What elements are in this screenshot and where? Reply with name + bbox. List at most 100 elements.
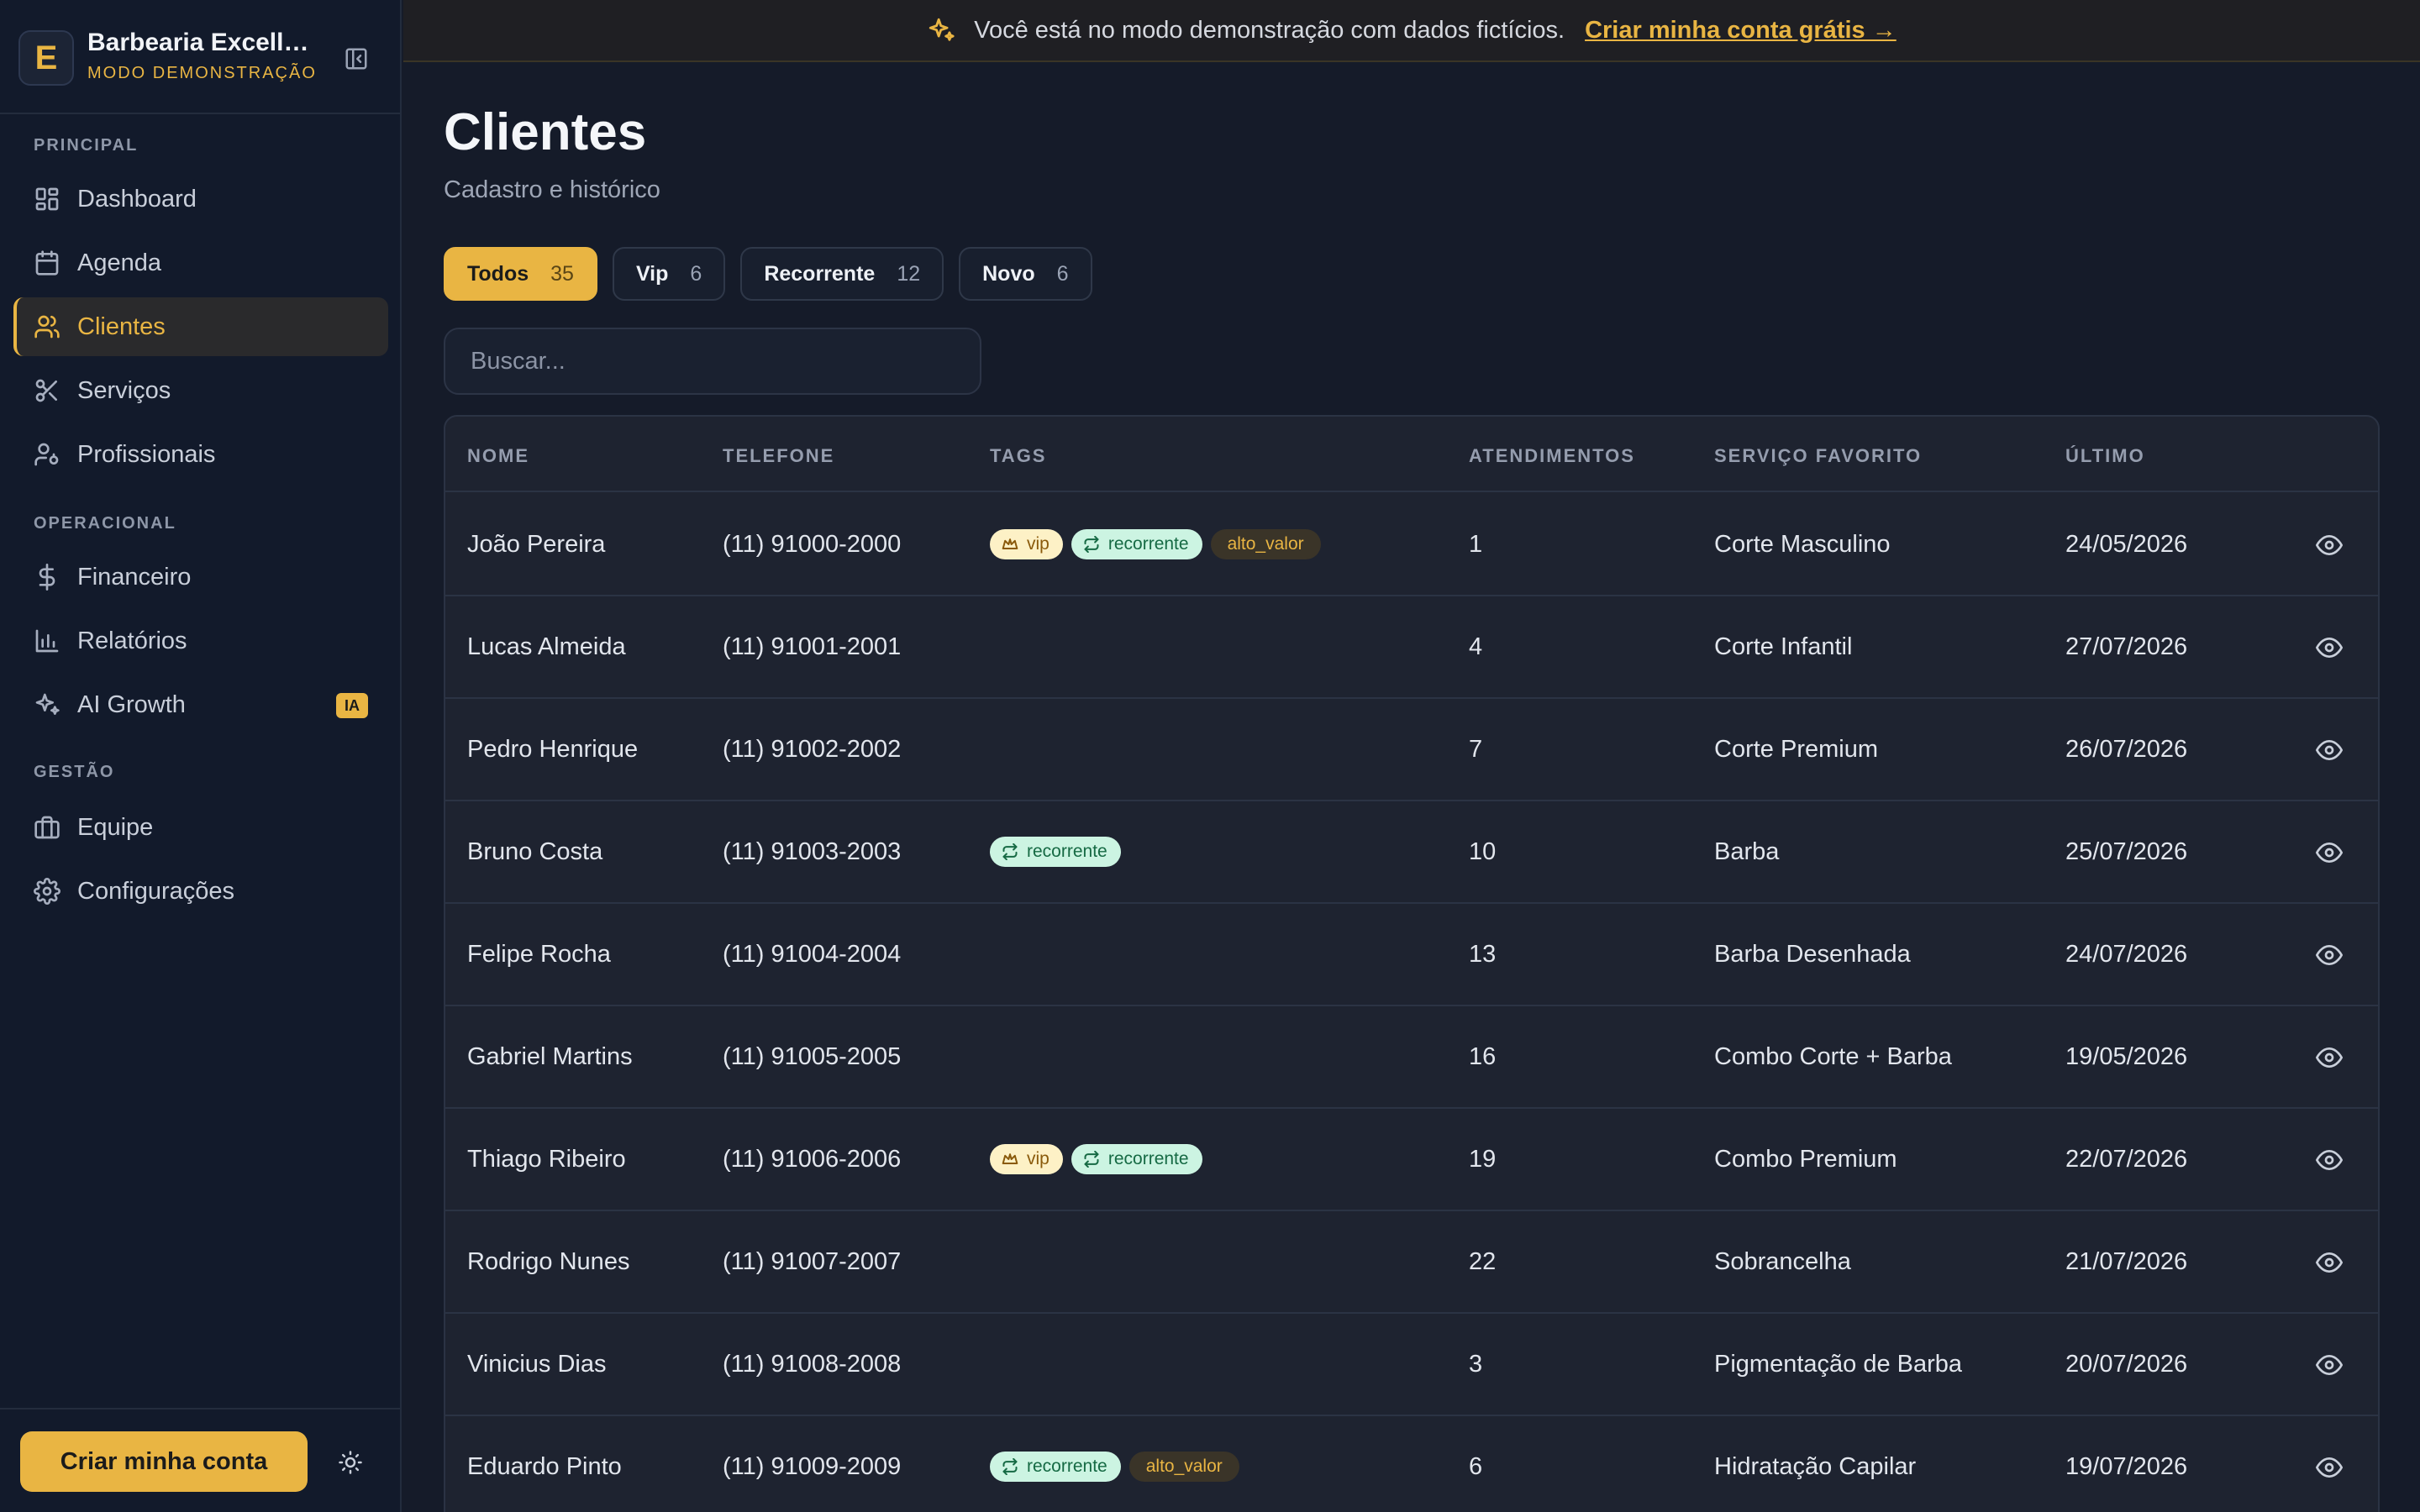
cell-nome: Lucas Almeida xyxy=(467,633,626,660)
search-input[interactable] xyxy=(444,328,981,395)
sidebar-item-label: Financeiro xyxy=(77,563,192,591)
cell-servico: Corte Premium xyxy=(1714,736,1878,763)
filter-todos[interactable]: Todos 35 xyxy=(444,247,597,301)
users-icon xyxy=(34,315,60,339)
cell-atendimentos: 10 xyxy=(1469,838,1497,865)
table-row[interactable]: Bruno Costa (11) 91003-2003 recorrente 1… xyxy=(445,801,2378,904)
clients-table: NOME TELEFONE TAGS ATENDIMENTOS SERVIÇO … xyxy=(444,415,2380,1512)
column-header-tags[interactable]: TAGS xyxy=(990,445,1046,467)
view-client-button[interactable] xyxy=(2314,1042,2344,1073)
filter-novo[interactable]: Novo 6 xyxy=(959,247,1092,301)
eye-icon xyxy=(2316,1252,2343,1273)
calendar-icon xyxy=(35,250,59,276)
cell-ultimo: 24/05/2026 xyxy=(2065,531,2188,558)
cell-ultimo: 26/07/2026 xyxy=(2065,736,2188,763)
view-client-button[interactable] xyxy=(2314,735,2344,765)
view-client-button[interactable] xyxy=(2314,530,2344,560)
cell-atendimentos: 3 xyxy=(1469,1351,1483,1378)
cell-servico: Corte Infantil xyxy=(1714,633,1853,660)
table-row[interactable]: Gabriel Martins (11) 91005-2005 16 Combo… xyxy=(445,1006,2378,1109)
table-row[interactable]: Lucas Almeida (11) 91001-2001 4 Corte In… xyxy=(445,596,2378,699)
sidebar-item-equipe[interactable]: Equipe xyxy=(13,798,388,857)
filter-count: 12 xyxy=(897,261,921,286)
nav-section-gestao: GESTÃO xyxy=(34,763,115,781)
view-client-button[interactable] xyxy=(2314,633,2344,663)
sidebar-item-dashboard[interactable]: Dashboard xyxy=(13,170,388,228)
cell-tags: vip recorrente xyxy=(990,1144,1202,1174)
eye-icon xyxy=(2316,843,2343,863)
cell-nome: Pedro Henrique xyxy=(467,736,639,763)
sidebar-item-relatorios[interactable]: Relatórios xyxy=(13,612,388,670)
view-client-button[interactable] xyxy=(2314,837,2344,868)
sidebar-item-label: Relatórios xyxy=(77,627,187,654)
sidebar-item-configuracoes[interactable]: Configurações xyxy=(13,862,388,921)
table-row[interactable]: Vinicius Dias (11) 91008-2008 3 Pigmenta… xyxy=(445,1314,2378,1416)
column-header-telefone[interactable]: TELEFONE xyxy=(723,445,834,467)
table-row[interactable]: Eduardo Pinto (11) 91009-2009 recorrente… xyxy=(445,1416,2378,1512)
page-subtitle: Cadastro e histórico xyxy=(444,176,660,203)
sidebar-item-agenda[interactable]: Agenda xyxy=(13,234,388,292)
cell-nome: Gabriel Martins xyxy=(467,1043,633,1070)
cell-servico: Hidratação Capilar xyxy=(1714,1453,1917,1480)
table-row[interactable]: Felipe Rocha (11) 91004-2004 13 Barba De… xyxy=(445,904,2378,1006)
eye-icon xyxy=(2316,535,2343,555)
demo-banner: Você está no modo demonstração com dados… xyxy=(403,0,2420,62)
view-client-button[interactable] xyxy=(2314,1247,2344,1278)
brand-header: E Barbearia Excellence MODO DEMONSTRAÇÃO xyxy=(0,0,400,114)
sidebar-item-profissionais[interactable]: Profissionais xyxy=(13,425,388,484)
view-client-button[interactable] xyxy=(2314,1452,2344,1483)
eye-icon xyxy=(2316,1047,2343,1068)
cell-servico: Sobrancelha xyxy=(1714,1248,1851,1275)
cell-ultimo: 19/05/2026 xyxy=(2065,1043,2188,1070)
column-header-atendimentos[interactable]: ATENDIMENTOS xyxy=(1469,445,1635,467)
cell-telefone: (11) 91006-2006 xyxy=(723,1146,902,1173)
filter-vip[interactable]: Vip 6 xyxy=(612,247,726,301)
brand-logo: E xyxy=(18,30,74,86)
sidebar-item-label: Equipe xyxy=(77,813,154,841)
eye-icon xyxy=(2316,1355,2343,1375)
cell-nome: Bruno Costa xyxy=(467,838,603,865)
brand-mode-label: MODO DEMONSTRAÇÃO xyxy=(87,64,317,82)
theme-toggle-button[interactable] xyxy=(334,1446,366,1478)
cell-nome: Vinicius Dias xyxy=(467,1351,607,1378)
collapse-sidebar-button[interactable] xyxy=(339,42,373,76)
repeat-icon xyxy=(1002,843,1018,860)
sidebar-item-clientes[interactable]: Clientes xyxy=(13,297,388,356)
cell-atendimentos: 6 xyxy=(1469,1453,1483,1480)
view-client-button[interactable] xyxy=(2314,1145,2344,1175)
nav-section-principal: PRINCIPAL xyxy=(34,136,139,155)
sidebar-item-financeiro[interactable]: Financeiro xyxy=(13,548,388,606)
table-row[interactable]: Pedro Henrique (11) 91002-2002 7 Corte P… xyxy=(445,699,2378,801)
create-account-button[interactable]: Criar minha conta xyxy=(20,1431,308,1492)
cell-telefone: (11) 91001-2001 xyxy=(723,633,902,660)
tag-label: recorrente xyxy=(1107,1149,1189,1168)
cell-tags: vip recorrente alto_valor xyxy=(990,529,1321,559)
table-row[interactable]: Rodrigo Nunes (11) 91007-2007 22 Sobranc… xyxy=(445,1211,2378,1314)
view-client-button[interactable] xyxy=(2314,940,2344,970)
create-free-account-link[interactable]: Criar minha conta grátis → xyxy=(1585,17,1897,45)
cell-ultimo: 24/07/2026 xyxy=(2065,941,2188,968)
table-row[interactable]: Thiago Ribeiro (11) 91006-2006 vip recorr… xyxy=(445,1109,2378,1211)
filter-count: 35 xyxy=(550,261,574,286)
cell-ultimo: 21/07/2026 xyxy=(2065,1248,2188,1275)
cell-ultimo: 25/07/2026 xyxy=(2065,838,2188,865)
view-client-button[interactable] xyxy=(2314,1350,2344,1380)
cell-ultimo: 20/07/2026 xyxy=(2065,1351,2188,1378)
table-row[interactable]: João Pereira (11) 91000-2000 vip recorren… xyxy=(445,494,2378,596)
filter-recorrente[interactable]: Recorrente 12 xyxy=(740,247,944,301)
sparkles-icon xyxy=(929,18,955,41)
tag-recorrente: recorrente xyxy=(990,1452,1121,1482)
filter-count: 6 xyxy=(690,261,702,286)
cell-telefone: (11) 91002-2002 xyxy=(723,736,902,763)
tag-recorrente: recorrente xyxy=(1071,1144,1202,1174)
eye-icon xyxy=(2316,1150,2343,1170)
sidebar-item-ai-growth[interactable]: AI Growth IA xyxy=(13,675,388,734)
cell-nome: Eduardo Pinto xyxy=(467,1453,622,1480)
tag-alto-valor: alto_valor xyxy=(1210,529,1321,559)
cell-servico: Corte Masculino xyxy=(1714,531,1891,558)
filter-label: Recorrente xyxy=(764,261,876,286)
column-header-servico[interactable]: SERVIÇO FAVORITO xyxy=(1714,445,1922,467)
column-header-nome[interactable]: NOME xyxy=(467,445,529,467)
sidebar-item-servicos[interactable]: Serviços xyxy=(13,361,388,420)
column-header-ultimo[interactable]: ÚLTIMO xyxy=(2065,445,2145,467)
